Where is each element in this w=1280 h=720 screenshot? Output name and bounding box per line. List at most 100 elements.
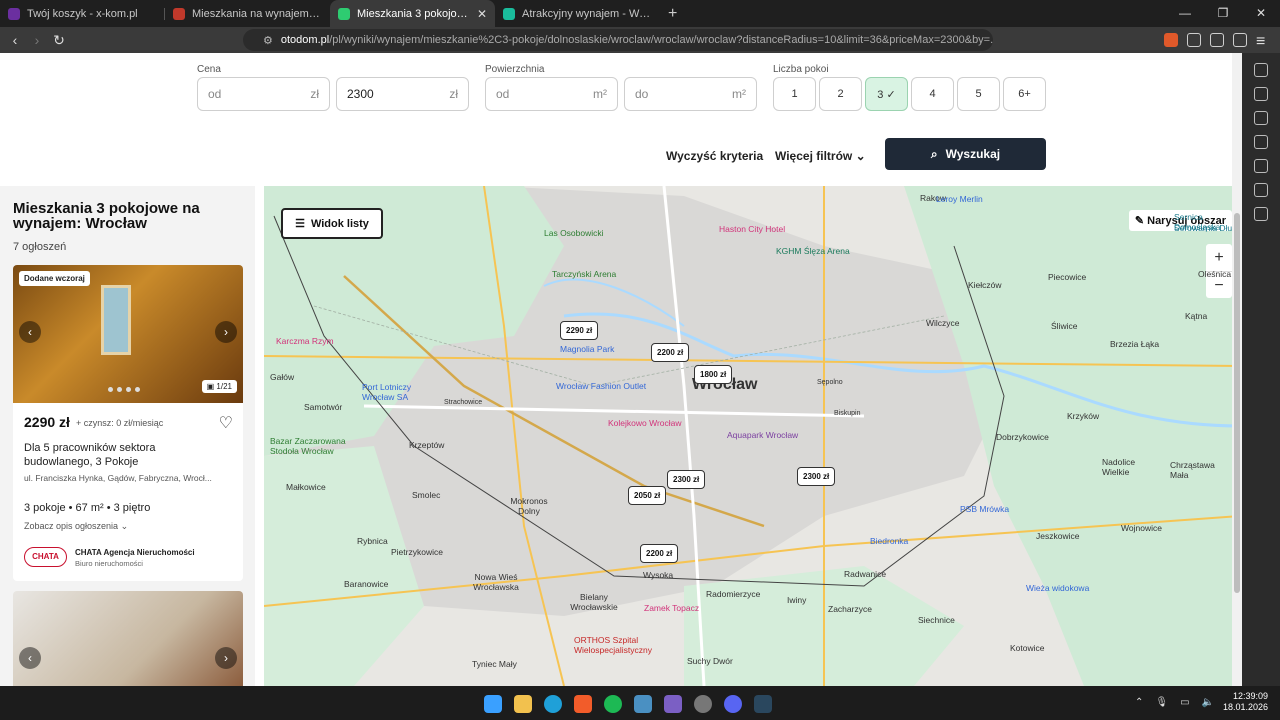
agency-name: CHATA Agencja Nieruchomości [75,548,195,557]
clock[interactable]: 12:39:09 18.01.2026 [1223,691,1268,713]
list-view-icon: ☰ [295,218,305,230]
url-field[interactable]: ⚙ otodom.pl/pl/wyniki/wynajem/mieszkanie… [243,29,993,51]
sidebar-music-icon[interactable] [1254,183,1268,197]
zoom-in-button[interactable]: + [1206,244,1232,271]
map-place: Radomierzyce [706,589,761,599]
map-poi: Magnolia Park [560,344,615,354]
clear-filters-button[interactable]: Wyczyść kryteria [666,149,763,163]
sidebar-list-icon[interactable] [1254,159,1268,173]
volume-icon[interactable]: 🔈 [1202,697,1214,708]
photos-icon[interactable] [634,695,652,713]
rooms-option-4[interactable]: 4 [911,77,954,111]
next-photo-icon[interactable]: › [215,647,237,669]
windows-taskbar: ⌃ 🎙 ▭ 🔈 12:39:09 18.01.2026 [0,686,1280,720]
next-photo-icon[interactable]: › [215,321,237,343]
sidebar-wallet-icon[interactable] [1254,111,1268,125]
more-filters-button[interactable]: Więcej filtrów ⌄ [775,149,866,163]
tab-xkom[interactable]: Twój koszyk - x-kom.pl [0,0,165,27]
steam-icon[interactable] [754,695,772,713]
brave-shield-icon[interactable] [1164,33,1178,47]
microphone-icon[interactable]: 🎙 [1155,697,1168,708]
listing-count: 7 ogłoszeń [13,241,67,253]
sidebar-history-icon[interactable] [1254,87,1268,101]
price-pin[interactable]: 2290 zł [560,321,599,340]
price-pin[interactable]: 2200 zł [651,343,690,362]
edge-icon[interactable] [544,695,562,713]
prev-photo-icon[interactable]: ‹ [19,321,41,343]
page-scrollbar[interactable] [1232,53,1242,686]
tab-atrakcyjny-wynajem[interactable]: Atrakcyjny wynajem - Wrocław - spra [495,0,660,27]
rooms-option-1[interactable]: 1 [773,77,816,111]
sidebar-toggle-icon[interactable] [1233,33,1247,47]
minimize-icon[interactable]: — [1166,0,1204,27]
see-description-link[interactable]: Zobacz opis ogłoszenia ⌄ [24,521,128,532]
price-pin[interactable]: 2200 zł [640,544,679,563]
price-label: Cena [197,64,221,75]
tab-otodom-active[interactable]: Mieszkania 3 pokojowe na wynaj ✕ [330,0,495,27]
price-to-input[interactable]: 2300 zł [336,77,469,111]
price-pin[interactable]: 1800 zł [694,365,733,384]
price-pin[interactable]: 2050 zł [628,486,667,505]
rooms-option-2[interactable]: 2 [819,77,862,111]
map-poi: Zamek Topacz [644,603,700,613]
map-poi: Karczma Rzym [276,336,334,346]
listing-card-2-photo[interactable]: ‹ › [13,591,243,686]
tray-chevron-icon[interactable]: ⌃ [1135,697,1143,708]
map-place: Radwanice [844,569,887,579]
price-pin[interactable]: 2300 zł [797,467,836,486]
listing-title[interactable]: Dla 5 pracowników sektora budowlanego, 3… [24,441,224,469]
chevron-down-icon: ⌄ [120,521,129,531]
file-explorer-icon[interactable] [514,695,532,713]
sidebar-add-icon[interactable] [1254,207,1268,221]
list-view-label: Widok listy [310,217,369,230]
area-to-placeholder: do [635,87,649,101]
map-place: Śliwice [1051,321,1078,331]
tab-mieszkania-wroclaw[interactable]: Mieszkania na wynajem wrocław - Bi [165,0,330,27]
discord-icon[interactable] [724,695,742,713]
map-poi: Biedronka [870,536,909,546]
added-badge: Dodane wczoraj [19,271,90,286]
restore-icon[interactable]: ❐ [1204,0,1242,27]
extensions-icon[interactable] [1210,33,1224,47]
scroll-thumb[interactable] [1234,213,1240,593]
prev-photo-icon[interactable]: ‹ [19,647,41,669]
area-from-input[interactable]: od m² [485,77,618,111]
listing-card[interactable]: Dodane wczoraj ‹ › ▣ 1/21 2290 zł + czyn… [13,265,243,581]
sidebar-reading-icon[interactable] [1254,135,1268,149]
close-tab-icon[interactable]: ✕ [477,7,487,21]
close-window-icon[interactable]: ✕ [1242,0,1280,27]
price-from-input[interactable]: od zł [197,77,330,111]
map-poi: Serowarnia Długołęka [1174,223,1240,233]
network-icon[interactable]: ▭ [1180,697,1189,708]
search-button[interactable]: ⌕ Wyszukaj [885,138,1046,170]
map-area[interactable]: ☰ Widok listy ✎ Narysuj obszar + − Wrocła… [264,186,1240,686]
rooms-option-5[interactable]: 5 [957,77,1000,111]
price-pin[interactable]: 2300 zł [667,470,706,489]
rooms-option-3-selected[interactable]: 3 ✓ [865,77,908,111]
site-info-icon[interactable]: ⚙ [263,34,273,47]
sidebar-bookmarks-icon[interactable] [1254,63,1268,77]
forward-icon[interactable]: › [26,32,48,48]
chatgpt-icon[interactable] [694,695,712,713]
spotify-icon[interactable] [604,695,622,713]
map-place: Dobrzykowice [996,432,1049,442]
url-domain: otodom.pl [280,34,330,46]
new-tab-icon[interactable]: + [668,5,677,23]
favorite-heart-icon[interactable]: ♡ [219,413,233,433]
menu-icon[interactable]: ≡ [1256,33,1270,50]
otodom-favicon-icon [338,7,350,20]
map-place: Nowa Wieś Wrocławska [473,572,519,592]
windows-start-icon[interactable] [484,695,502,713]
clock-date: 18.01.2026 [1222,702,1268,712]
brave-icon[interactable] [574,695,592,713]
area-to-input[interactable]: do m² [624,77,757,111]
map-place: Brzezia Łąka [1110,339,1160,349]
wallet-icon[interactable] [1187,33,1201,47]
reload-icon[interactable]: ↻ [48,32,70,49]
rooms-option-6plus[interactable]: 6+ [1003,77,1046,111]
list-view-button[interactable]: ☰ Widok listy [281,208,383,239]
app-icon[interactable] [664,695,682,713]
back-icon[interactable]: ‹ [4,32,26,48]
price-from-placeholder: od [208,87,222,101]
url-path: /pl/wyniki/wynajem/mieszkanie%2C3-pokoje… [329,34,993,46]
